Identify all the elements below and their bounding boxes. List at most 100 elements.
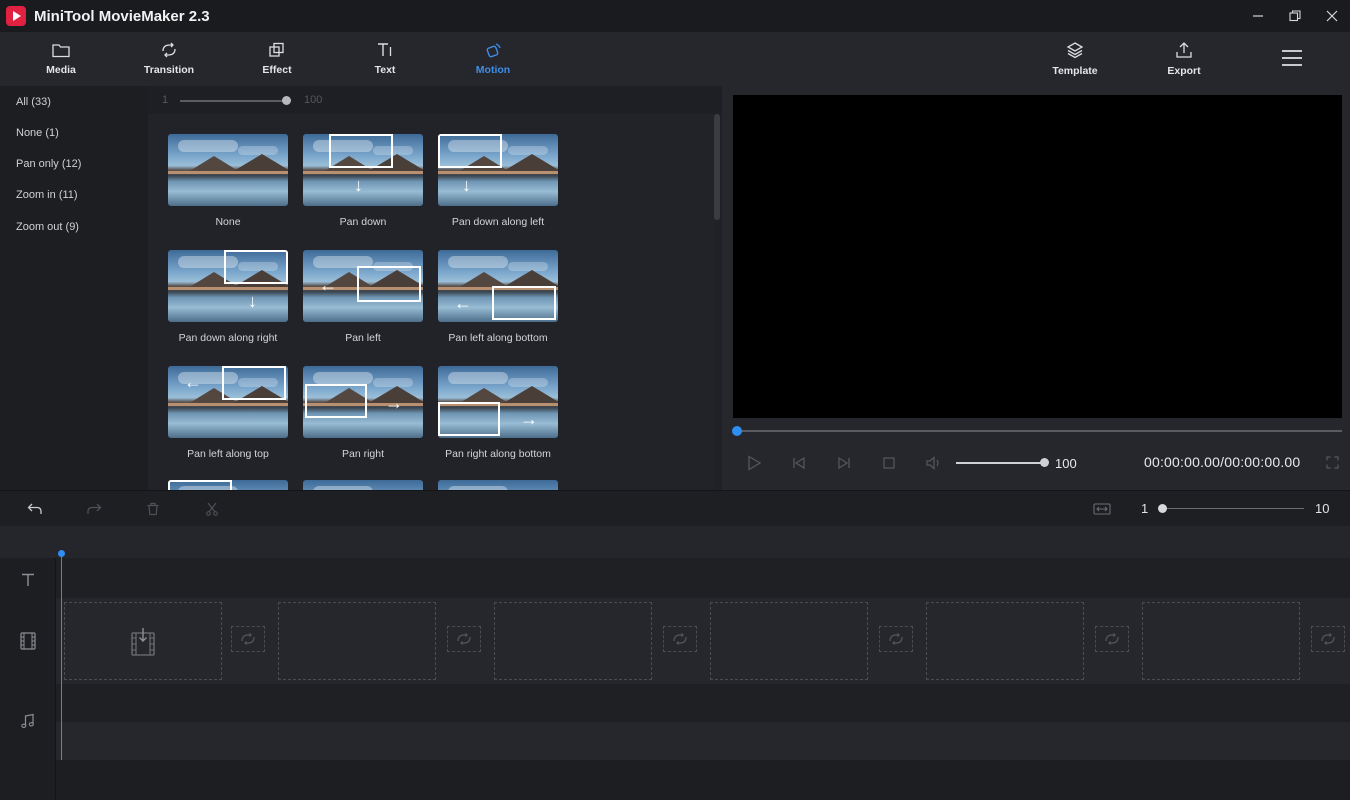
split-icon xyxy=(206,502,218,516)
undo-button[interactable] xyxy=(26,500,44,518)
playback-progress-knob[interactable] xyxy=(732,426,742,436)
tab-effect[interactable]: Effect xyxy=(237,32,317,86)
previous-frame-icon xyxy=(793,456,805,470)
transition-slot[interactable] xyxy=(1095,626,1129,652)
motion-thumbnail: → xyxy=(303,366,423,438)
motion-caption: Pan down along left xyxy=(451,216,545,228)
timeline-empty-area xyxy=(56,760,1350,800)
hamburger-menu-icon[interactable] xyxy=(1282,50,1302,66)
template-button[interactable]: Template xyxy=(1035,32,1115,86)
video-clip-slot[interactable] xyxy=(926,602,1084,680)
tab-motion[interactable]: Motion xyxy=(453,32,533,86)
restore-button[interactable] xyxy=(1276,0,1313,32)
music-track[interactable] xyxy=(56,684,1350,722)
thumbnail-size-bar: 1 100 xyxy=(148,86,722,114)
stop-button[interactable] xyxy=(879,454,899,472)
motion-thumbnail: ← xyxy=(168,366,288,438)
motion-caption: Pan left along bottom xyxy=(448,332,548,344)
library-scrollbar[interactable] xyxy=(714,114,720,220)
video-track[interactable] xyxy=(56,598,1350,684)
volume-value: 100 xyxy=(1055,456,1077,471)
motion-icon xyxy=(486,43,501,58)
video-clip-slot[interactable] xyxy=(64,602,222,680)
arrow-right-icon: → xyxy=(520,409,538,429)
play-icon xyxy=(748,455,762,471)
volume-button[interactable] xyxy=(924,454,944,472)
timeline-ruler[interactable] xyxy=(0,526,1350,558)
folder-icon xyxy=(52,44,70,58)
next-frame-button[interactable] xyxy=(834,454,854,472)
tab-effect-label: Effect xyxy=(262,64,292,76)
category-none[interactable]: None (1) xyxy=(16,127,59,139)
volume-icon xyxy=(926,456,939,470)
timeline-zoom-min: 1 xyxy=(1141,501,1149,516)
category-zoom-in[interactable]: Zoom in (11) xyxy=(16,189,78,201)
video-clip-slot[interactable] xyxy=(710,602,868,680)
minimize-icon xyxy=(1252,15,1263,17)
motion-caption: Pan right along bottom xyxy=(445,448,551,460)
thumbnail-size-slider[interactable] xyxy=(180,100,286,102)
timeline-zoom-knob[interactable] xyxy=(1158,504,1167,513)
volume-slider[interactable] xyxy=(956,462,1044,464)
title-bar: MiniTool MovieMaker 2.3 xyxy=(0,0,1350,32)
tab-transition-label: Transition xyxy=(143,64,195,76)
motion-thumbnail: ↓ xyxy=(168,250,288,322)
motion-thumbnail: ← xyxy=(438,250,558,322)
video-clip-slot[interactable] xyxy=(494,602,652,680)
redo-button[interactable] xyxy=(85,500,103,518)
delete-button[interactable] xyxy=(144,500,162,518)
tab-text[interactable]: Text xyxy=(345,32,425,86)
category-pan-only[interactable]: Pan only (12) xyxy=(16,158,81,170)
transition-icon xyxy=(162,42,176,58)
tab-transition[interactable]: Transition xyxy=(129,32,209,86)
transition-slot[interactable] xyxy=(1311,626,1345,652)
tab-motion-label: Motion xyxy=(475,64,511,76)
close-button[interactable] xyxy=(1313,0,1350,32)
play-button[interactable] xyxy=(744,454,764,472)
export-button[interactable]: Export xyxy=(1144,32,1224,86)
transition-slot[interactable] xyxy=(663,626,697,652)
timeline-toolbar: 1 10 xyxy=(0,490,1350,526)
transition-slot[interactable] xyxy=(231,626,265,652)
category-label: All xyxy=(16,96,29,108)
transition-slot[interactable] xyxy=(879,626,913,652)
tab-media[interactable]: Media xyxy=(21,32,101,86)
category-zoom-out[interactable]: Zoom out (9) xyxy=(16,221,79,233)
playback-progress-bar[interactable] xyxy=(736,430,1342,432)
category-label: Pan only xyxy=(16,158,59,170)
music-track-secondary[interactable] xyxy=(56,722,1350,760)
motion-thumbnail xyxy=(303,480,423,490)
tab-text-label: Text xyxy=(374,64,396,76)
fullscreen-button[interactable] xyxy=(1322,453,1342,471)
category-all[interactable]: All (33) xyxy=(16,96,51,108)
fit-to-timeline-button[interactable] xyxy=(1093,500,1111,518)
restore-icon xyxy=(1288,10,1301,22)
stop-icon xyxy=(883,457,895,469)
motion-library: 1 100 None ↓ Pan down ↓ Pan down along l… xyxy=(148,86,722,490)
timeline-zoom-slider[interactable] xyxy=(1160,508,1304,509)
transition-slot[interactable] xyxy=(447,626,481,652)
moviemaker-window: MiniTool MovieMaker 2.3 Media Transition… xyxy=(0,0,1350,800)
upload-icon xyxy=(1176,42,1192,58)
motion-thumbnail: ← xyxy=(303,250,423,322)
motion-thumbnail xyxy=(168,480,288,490)
video-clip-slot[interactable] xyxy=(1142,602,1300,680)
motion-category-list: All (33) None (1) Pan only (12) Zoom in … xyxy=(0,86,148,490)
minimize-button[interactable] xyxy=(1239,0,1276,32)
volume-knob[interactable] xyxy=(1040,458,1049,467)
delete-icon xyxy=(147,502,159,516)
transition-icon xyxy=(1105,633,1119,645)
fit-to-timeline-icon xyxy=(1093,503,1111,515)
category-count: (12) xyxy=(61,158,82,170)
timecode: 00:00:00.00/00:00:00.00 xyxy=(1144,454,1301,470)
category-count: (33) xyxy=(31,96,51,108)
arrow-down-icon: ↓ xyxy=(462,175,471,195)
split-button[interactable] xyxy=(203,500,221,518)
playhead-handle[interactable] xyxy=(58,550,65,557)
video-clip-slot[interactable] xyxy=(278,602,436,680)
window-controls xyxy=(1239,0,1350,32)
previous-frame-button[interactable] xyxy=(789,454,809,472)
playhead[interactable] xyxy=(61,556,62,760)
thumbnail-size-knob[interactable] xyxy=(282,96,291,105)
text-track[interactable] xyxy=(56,558,1350,598)
